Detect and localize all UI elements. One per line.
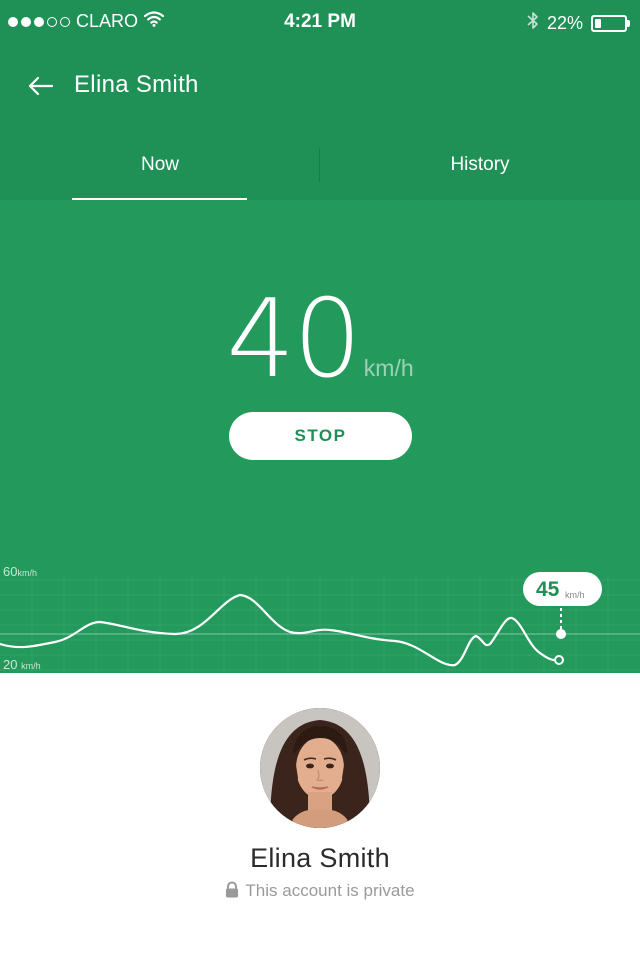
speed-unit: km/h	[363, 355, 414, 381]
profile-name: Elina Smith	[250, 843, 390, 873]
tab-history[interactable]: History	[320, 140, 640, 200]
page-title: Elina Smith	[74, 71, 199, 98]
app-bar: Elina Smith	[0, 56, 640, 116]
lock-icon	[225, 881, 239, 903]
speed-value: 40	[226, 277, 361, 402]
battery-icon	[591, 14, 630, 32]
axis-min-label: 20 km/h	[3, 657, 41, 672]
tab-now[interactable]: Now	[0, 140, 320, 200]
status-bar: CLARO 4:21 PM 22%	[0, 0, 640, 44]
speed-chart: 60km/h 20 km/h 45 km/h	[0, 560, 640, 673]
tab-bar: Now History	[0, 140, 640, 201]
privacy-status: This account is private	[0, 881, 640, 903]
status-right: 22%	[527, 11, 630, 35]
battery-percent: 22%	[546, 12, 583, 33]
stop-button[interactable]: STOP	[229, 412, 412, 460]
axis-max-label: 60km/h	[3, 564, 37, 579]
privacy-text: This account is private	[245, 881, 415, 900]
profile-section: Elina Smith This account is private	[0, 673, 640, 960]
header: CLARO 4:21 PM 22% Elina Smith Now Histor…	[0, 0, 640, 201]
back-button[interactable]	[22, 70, 62, 102]
bubble-value: 45	[536, 578, 560, 601]
bubble-unit: km/h	[565, 590, 585, 600]
speed-panel: 40 km/h STOP 60km/h 20 km/h 45 km/h	[0, 200, 640, 673]
bluetooth-icon	[527, 11, 539, 35]
current-speed-bubble: 45 km/h	[523, 572, 602, 606]
speed-display: 40 km/h	[0, 280, 640, 400]
avatar[interactable]	[260, 708, 380, 828]
arrow-left-icon	[22, 76, 62, 106]
